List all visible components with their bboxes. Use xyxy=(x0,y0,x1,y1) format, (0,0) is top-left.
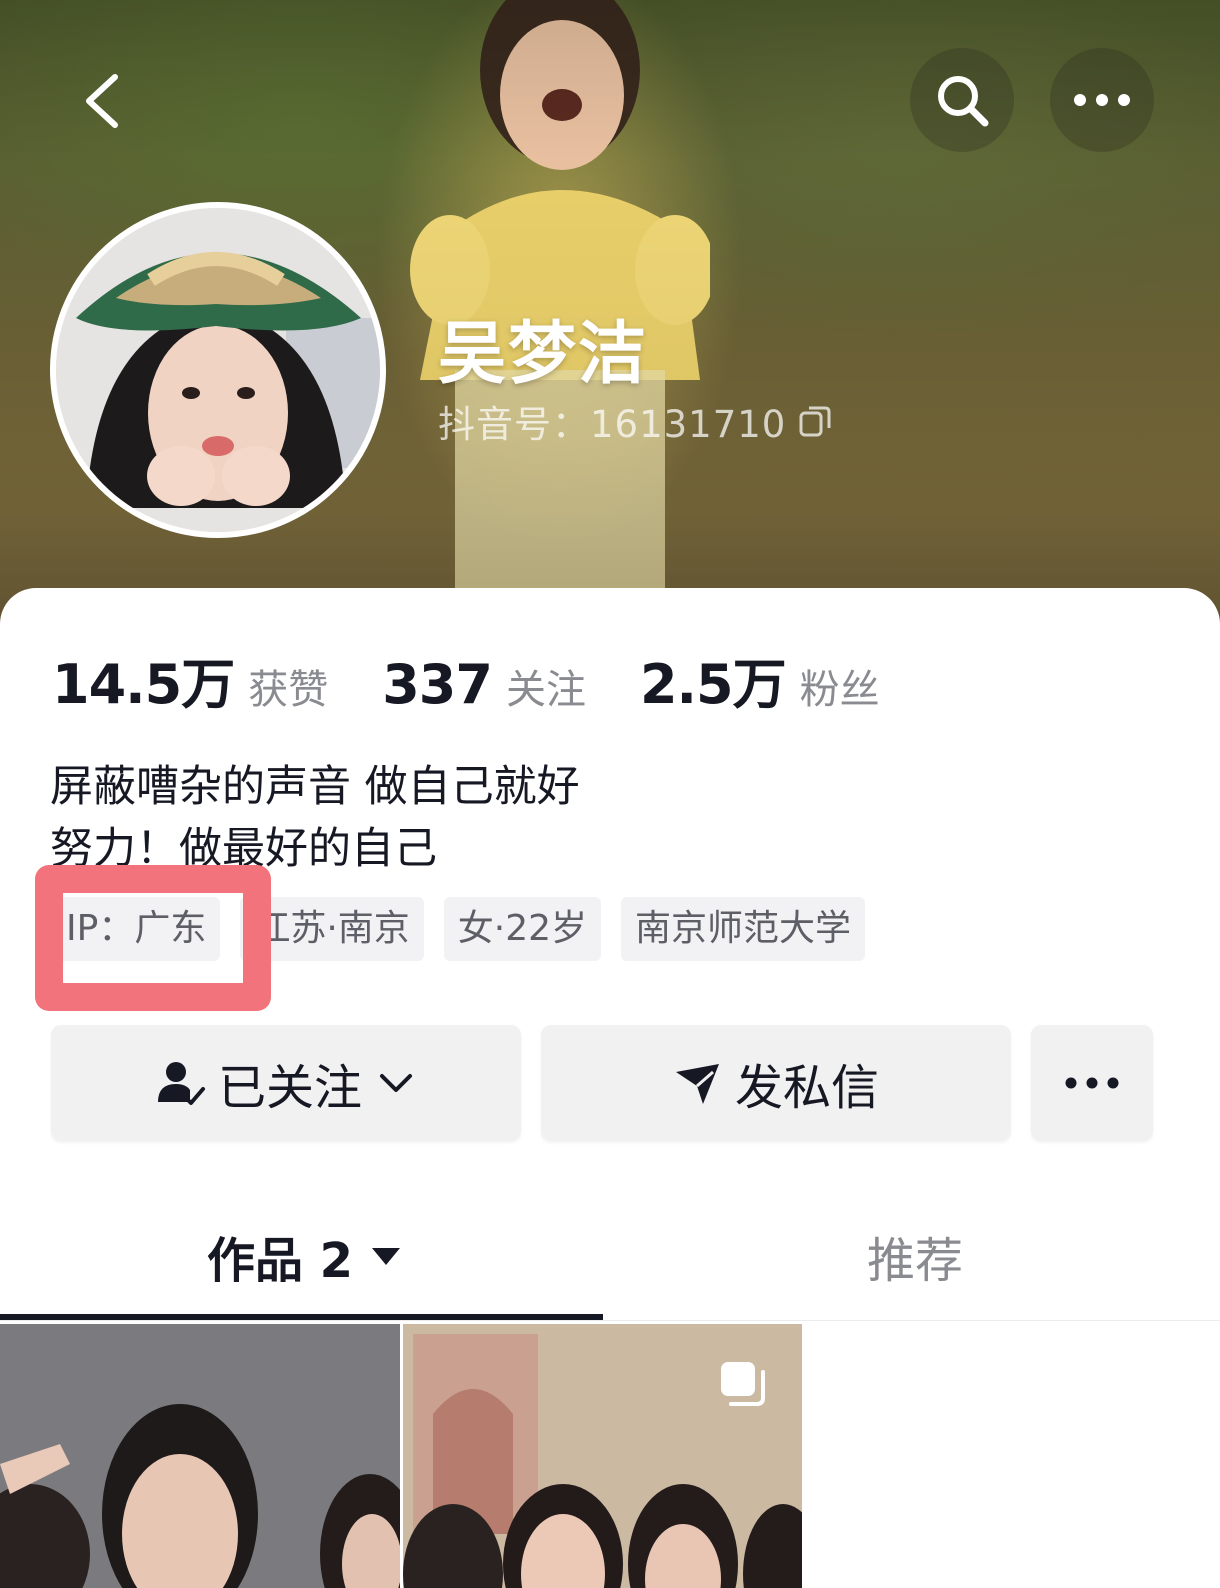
tab-works[interactable]: 作品 2 xyxy=(0,1196,610,1316)
tag-school: 南京师范大学 xyxy=(621,897,866,961)
followed-button[interactable]: 已关注 xyxy=(51,1025,521,1141)
followed-label: 已关注 xyxy=(217,1060,362,1116)
tag-row: IP：广东 江苏·南京 女·22岁 南京师范大学 xyxy=(52,897,885,961)
stat-likes[interactable]: 14.5万 获赞 xyxy=(52,640,328,719)
back-button[interactable] xyxy=(62,56,142,146)
stat-value: 2.5万 xyxy=(639,653,787,716)
tag-gender-age: 女·22岁 xyxy=(443,897,602,961)
avatar-image xyxy=(56,208,380,532)
content-tabs: 作品 2 推荐 xyxy=(0,1196,1220,1320)
douyin-id[interactable]: 抖音号：16131710 xyxy=(438,394,832,448)
action-row: 已关注 发私信 xyxy=(51,1025,1153,1141)
chevron-down-icon xyxy=(380,1074,412,1092)
user-check-icon xyxy=(157,1062,205,1105)
copy-icon[interactable] xyxy=(798,404,832,438)
work-thumbnail-image xyxy=(0,1324,400,1588)
chevron-left-icon xyxy=(86,74,118,128)
tag-location: 江苏·南京 xyxy=(240,897,424,961)
stat-label: 获赞 xyxy=(248,667,329,713)
message-label: 发私信 xyxy=(734,1060,879,1116)
tab-works-label: 作品 2 xyxy=(206,1233,354,1289)
avatar[interactable] xyxy=(50,202,386,538)
bio-line: 屏蔽嘈杂的声音 做自己就好 xyxy=(50,762,580,812)
works-grid xyxy=(0,1324,1220,1588)
bio: 屏蔽嘈杂的声音 做自己就好 努力！做最好的自己 xyxy=(50,756,580,880)
search-icon xyxy=(938,76,989,127)
stats-row: 14.5万 获赞 337 关注 2.5万 粉丝 xyxy=(52,640,934,719)
send-icon xyxy=(675,1064,719,1104)
work-thumbnail[interactable] xyxy=(0,1324,400,1588)
more-dots-icon xyxy=(1074,94,1130,106)
nickname: 吴梦洁 xyxy=(438,315,649,394)
tab-recommend[interactable]: 推荐 xyxy=(610,1196,1220,1316)
stat-following[interactable]: 337 关注 xyxy=(382,653,586,716)
stat-followers[interactable]: 2.5万 粉丝 xyxy=(640,640,880,719)
tab-divider xyxy=(0,1320,1220,1321)
stat-value: 337 xyxy=(382,653,493,716)
multi-image-icon xyxy=(721,1362,765,1406)
work-thumbnail[interactable] xyxy=(403,1324,802,1588)
message-button[interactable]: 发私信 xyxy=(541,1025,1011,1141)
stat-value: 14.5万 xyxy=(52,653,235,716)
stat-label: 粉丝 xyxy=(799,667,880,713)
stat-label: 关注 xyxy=(505,667,586,713)
search-button[interactable] xyxy=(910,48,1014,152)
caret-down-icon xyxy=(372,1248,401,1265)
more-button[interactable] xyxy=(1050,48,1154,152)
more-dots-icon xyxy=(1065,1077,1119,1089)
more-actions-button[interactable] xyxy=(1031,1025,1153,1141)
bio-line: 努力！做最好的自己 xyxy=(50,824,437,874)
douyin-id-text: 抖音号：16131710 xyxy=(438,403,787,446)
tab-recommend-label: 推荐 xyxy=(866,1233,963,1289)
tag-ip-location: IP：广东 xyxy=(52,897,221,961)
